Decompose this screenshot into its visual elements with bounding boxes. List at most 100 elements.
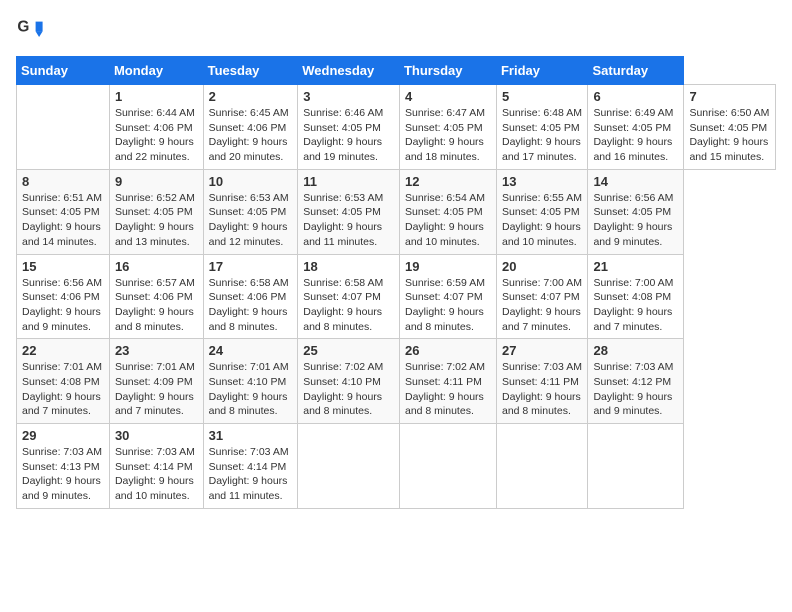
day-number: 31 bbox=[209, 428, 293, 443]
calendar-cell: 22 Sunrise: 7:01 AMSunset: 4:08 PMDaylig… bbox=[17, 339, 110, 424]
calendar-cell: 4 Sunrise: 6:47 AMSunset: 4:05 PMDayligh… bbox=[399, 85, 496, 170]
day-number: 27 bbox=[502, 343, 582, 358]
calendar-cell: 31 Sunrise: 7:03 AMSunset: 4:14 PMDaylig… bbox=[203, 424, 298, 509]
day-number: 5 bbox=[502, 89, 582, 104]
logo-icon: G bbox=[16, 16, 44, 44]
calendar-cell: 7 Sunrise: 6:50 AMSunset: 4:05 PMDayligh… bbox=[684, 85, 776, 170]
day-info: Sunrise: 6:58 AMSunset: 4:06 PMDaylight:… bbox=[209, 276, 293, 335]
weekday-header-friday: Friday bbox=[496, 57, 587, 85]
day-number: 16 bbox=[115, 259, 198, 274]
week-row-5: 29 Sunrise: 7:03 AMSunset: 4:13 PMDaylig… bbox=[17, 424, 776, 509]
day-info: Sunrise: 6:57 AMSunset: 4:06 PMDaylight:… bbox=[115, 276, 198, 335]
calendar-cell: 8 Sunrise: 6:51 AMSunset: 4:05 PMDayligh… bbox=[17, 169, 110, 254]
day-number: 4 bbox=[405, 89, 491, 104]
day-number: 1 bbox=[115, 89, 198, 104]
calendar-cell: 20 Sunrise: 7:00 AMSunset: 4:07 PMDaylig… bbox=[496, 254, 587, 339]
weekday-header-sunday: Sunday bbox=[17, 57, 110, 85]
calendar-cell: 19 Sunrise: 6:59 AMSunset: 4:07 PMDaylig… bbox=[399, 254, 496, 339]
day-info: Sunrise: 7:03 AMSunset: 4:14 PMDaylight:… bbox=[209, 445, 293, 504]
day-info: Sunrise: 7:03 AMSunset: 4:13 PMDaylight:… bbox=[22, 445, 104, 504]
day-info: Sunrise: 6:49 AMSunset: 4:05 PMDaylight:… bbox=[593, 106, 678, 165]
week-row-3: 15 Sunrise: 6:56 AMSunset: 4:06 PMDaylig… bbox=[17, 254, 776, 339]
header: G bbox=[16, 16, 776, 44]
calendar-table: SundayMondayTuesdayWednesdayThursdayFrid… bbox=[16, 56, 776, 509]
day-number: 2 bbox=[209, 89, 293, 104]
day-number: 24 bbox=[209, 343, 293, 358]
day-number: 25 bbox=[303, 343, 394, 358]
day-info: Sunrise: 7:03 AMSunset: 4:14 PMDaylight:… bbox=[115, 445, 198, 504]
calendar-cell: 13 Sunrise: 6:55 AMSunset: 4:05 PMDaylig… bbox=[496, 169, 587, 254]
day-number: 29 bbox=[22, 428, 104, 443]
day-number: 23 bbox=[115, 343, 198, 358]
calendar-cell: 17 Sunrise: 6:58 AMSunset: 4:06 PMDaylig… bbox=[203, 254, 298, 339]
calendar-cell: 29 Sunrise: 7:03 AMSunset: 4:13 PMDaylig… bbox=[17, 424, 110, 509]
day-info: Sunrise: 6:48 AMSunset: 4:05 PMDaylight:… bbox=[502, 106, 582, 165]
day-number: 8 bbox=[22, 174, 104, 189]
day-info: Sunrise: 6:52 AMSunset: 4:05 PMDaylight:… bbox=[115, 191, 198, 250]
day-info: Sunrise: 6:58 AMSunset: 4:07 PMDaylight:… bbox=[303, 276, 394, 335]
calendar-cell: 21 Sunrise: 7:00 AMSunset: 4:08 PMDaylig… bbox=[588, 254, 684, 339]
week-row-4: 22 Sunrise: 7:01 AMSunset: 4:08 PMDaylig… bbox=[17, 339, 776, 424]
calendar-cell: 6 Sunrise: 6:49 AMSunset: 4:05 PMDayligh… bbox=[588, 85, 684, 170]
day-number: 26 bbox=[405, 343, 491, 358]
day-info: Sunrise: 7:00 AMSunset: 4:07 PMDaylight:… bbox=[502, 276, 582, 335]
day-info: Sunrise: 7:01 AMSunset: 4:08 PMDaylight:… bbox=[22, 360, 104, 419]
calendar-cell: 10 Sunrise: 6:53 AMSunset: 4:05 PMDaylig… bbox=[203, 169, 298, 254]
day-number: 3 bbox=[303, 89, 394, 104]
calendar-cell: 28 Sunrise: 7:03 AMSunset: 4:12 PMDaylig… bbox=[588, 339, 684, 424]
day-number: 19 bbox=[405, 259, 491, 274]
day-info: Sunrise: 7:02 AMSunset: 4:10 PMDaylight:… bbox=[303, 360, 394, 419]
week-row-2: 8 Sunrise: 6:51 AMSunset: 4:05 PMDayligh… bbox=[17, 169, 776, 254]
calendar-cell bbox=[496, 424, 587, 509]
calendar-cell: 18 Sunrise: 6:58 AMSunset: 4:07 PMDaylig… bbox=[298, 254, 400, 339]
weekday-header-saturday: Saturday bbox=[588, 57, 684, 85]
day-info: Sunrise: 6:51 AMSunset: 4:05 PMDaylight:… bbox=[22, 191, 104, 250]
calendar-cell bbox=[298, 424, 400, 509]
calendar-cell: 11 Sunrise: 6:53 AMSunset: 4:05 PMDaylig… bbox=[298, 169, 400, 254]
day-info: Sunrise: 6:53 AMSunset: 4:05 PMDaylight:… bbox=[303, 191, 394, 250]
day-info: Sunrise: 6:53 AMSunset: 4:05 PMDaylight:… bbox=[209, 191, 293, 250]
day-number: 20 bbox=[502, 259, 582, 274]
weekday-header-row: SundayMondayTuesdayWednesdayThursdayFrid… bbox=[17, 57, 776, 85]
calendar-cell: 16 Sunrise: 6:57 AMSunset: 4:06 PMDaylig… bbox=[109, 254, 203, 339]
calendar-cell: 15 Sunrise: 6:56 AMSunset: 4:06 PMDaylig… bbox=[17, 254, 110, 339]
day-number: 28 bbox=[593, 343, 678, 358]
day-info: Sunrise: 7:03 AMSunset: 4:11 PMDaylight:… bbox=[502, 360, 582, 419]
logo: G bbox=[16, 16, 48, 44]
calendar-cell: 24 Sunrise: 7:01 AMSunset: 4:10 PMDaylig… bbox=[203, 339, 298, 424]
day-info: Sunrise: 7:02 AMSunset: 4:11 PMDaylight:… bbox=[405, 360, 491, 419]
weekday-header-tuesday: Tuesday bbox=[203, 57, 298, 85]
day-number: 17 bbox=[209, 259, 293, 274]
day-number: 6 bbox=[593, 89, 678, 104]
day-number: 13 bbox=[502, 174, 582, 189]
day-info: Sunrise: 6:55 AMSunset: 4:05 PMDaylight:… bbox=[502, 191, 582, 250]
day-number: 22 bbox=[22, 343, 104, 358]
day-info: Sunrise: 6:44 AMSunset: 4:06 PMDaylight:… bbox=[115, 106, 198, 165]
day-info: Sunrise: 6:50 AMSunset: 4:05 PMDaylight:… bbox=[689, 106, 770, 165]
calendar-cell: 12 Sunrise: 6:54 AMSunset: 4:05 PMDaylig… bbox=[399, 169, 496, 254]
day-info: Sunrise: 7:03 AMSunset: 4:12 PMDaylight:… bbox=[593, 360, 678, 419]
day-number: 11 bbox=[303, 174, 394, 189]
day-info: Sunrise: 7:01 AMSunset: 4:09 PMDaylight:… bbox=[115, 360, 198, 419]
day-info: Sunrise: 6:46 AMSunset: 4:05 PMDaylight:… bbox=[303, 106, 394, 165]
day-info: Sunrise: 6:59 AMSunset: 4:07 PMDaylight:… bbox=[405, 276, 491, 335]
calendar-cell: 9 Sunrise: 6:52 AMSunset: 4:05 PMDayligh… bbox=[109, 169, 203, 254]
day-number: 7 bbox=[689, 89, 770, 104]
day-info: Sunrise: 6:54 AMSunset: 4:05 PMDaylight:… bbox=[405, 191, 491, 250]
day-info: Sunrise: 6:45 AMSunset: 4:06 PMDaylight:… bbox=[209, 106, 293, 165]
day-number: 9 bbox=[115, 174, 198, 189]
weekday-header-wednesday: Wednesday bbox=[298, 57, 400, 85]
weekday-header-monday: Monday bbox=[109, 57, 203, 85]
calendar-cell: 3 Sunrise: 6:46 AMSunset: 4:05 PMDayligh… bbox=[298, 85, 400, 170]
day-info: Sunrise: 7:01 AMSunset: 4:10 PMDaylight:… bbox=[209, 360, 293, 419]
day-info: Sunrise: 7:00 AMSunset: 4:08 PMDaylight:… bbox=[593, 276, 678, 335]
day-number: 10 bbox=[209, 174, 293, 189]
day-info: Sunrise: 6:47 AMSunset: 4:05 PMDaylight:… bbox=[405, 106, 491, 165]
calendar-cell: 1 Sunrise: 6:44 AMSunset: 4:06 PMDayligh… bbox=[109, 85, 203, 170]
day-number: 21 bbox=[593, 259, 678, 274]
calendar-cell: 2 Sunrise: 6:45 AMSunset: 4:06 PMDayligh… bbox=[203, 85, 298, 170]
svg-text:G: G bbox=[17, 18, 29, 35]
weekday-header-thursday: Thursday bbox=[399, 57, 496, 85]
calendar-cell bbox=[17, 85, 110, 170]
day-number: 15 bbox=[22, 259, 104, 274]
